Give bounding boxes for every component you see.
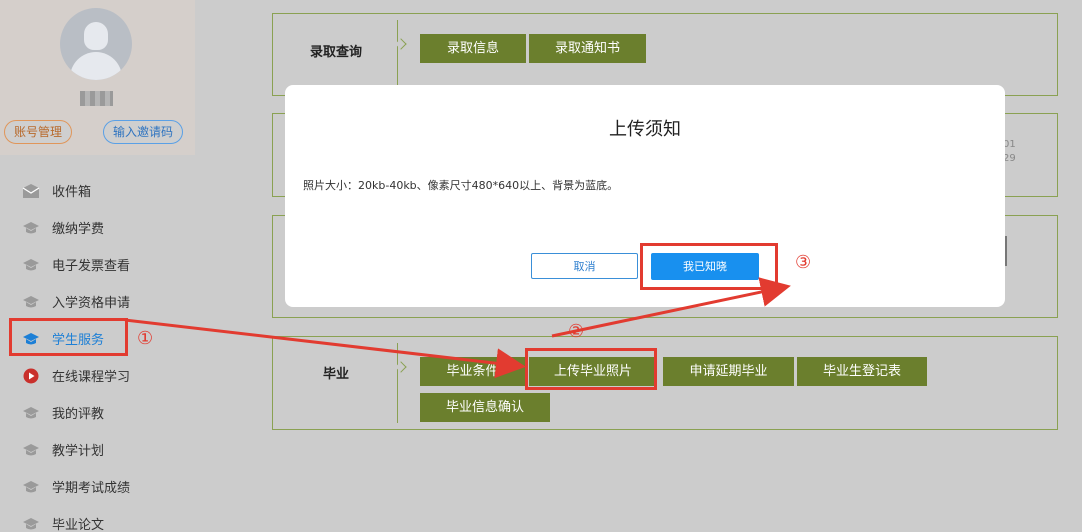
arrow-step2-to-step3 xyxy=(551,277,791,338)
arrow-step1-to-step2 xyxy=(124,318,526,379)
annotation-arrows xyxy=(124,277,791,379)
